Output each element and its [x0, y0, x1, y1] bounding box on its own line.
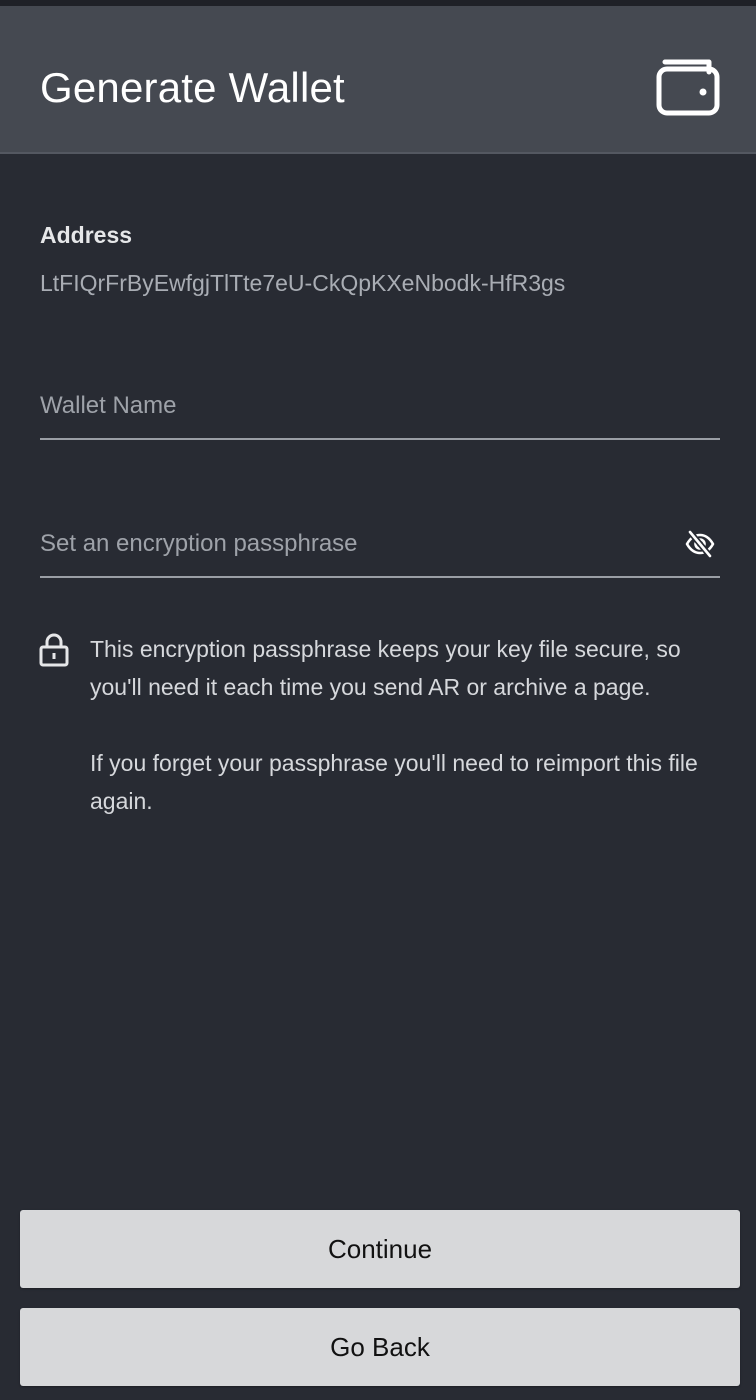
address-value: LtFIQrFrByEwfgjTlTte7eU-CkQpKXeNbodk-HfR… [40, 270, 566, 296]
address-label: Address [40, 222, 133, 248]
passphrase-input[interactable] [40, 518, 640, 570]
continue-button[interactable]: Continue [20, 1210, 740, 1288]
app-header: Generate Wallet [0, 6, 756, 154]
info-paragraph: If you forget your passphrase you'll nee… [90, 750, 698, 814]
page-title: Generate Wallet [40, 64, 345, 111]
wallet-name-input[interactable] [40, 380, 640, 432]
app-root: Generate Wallet Address LtFIQrFrByEwfgjT… [0, 0, 756, 1400]
passphrase-info: This encryption passphrase keeps your ke… [90, 630, 730, 820]
passphrase-field [40, 518, 720, 578]
wallet-icon [656, 59, 720, 116]
go-back-button[interactable]: Go Back [20, 1308, 740, 1386]
wallet-name-field [40, 380, 720, 440]
info-paragraph: This encryption passphrase keeps your ke… [90, 636, 681, 700]
toggle-visibility-button[interactable] [682, 526, 718, 562]
lock-icon [39, 633, 69, 667]
eye-off-icon [685, 530, 715, 558]
